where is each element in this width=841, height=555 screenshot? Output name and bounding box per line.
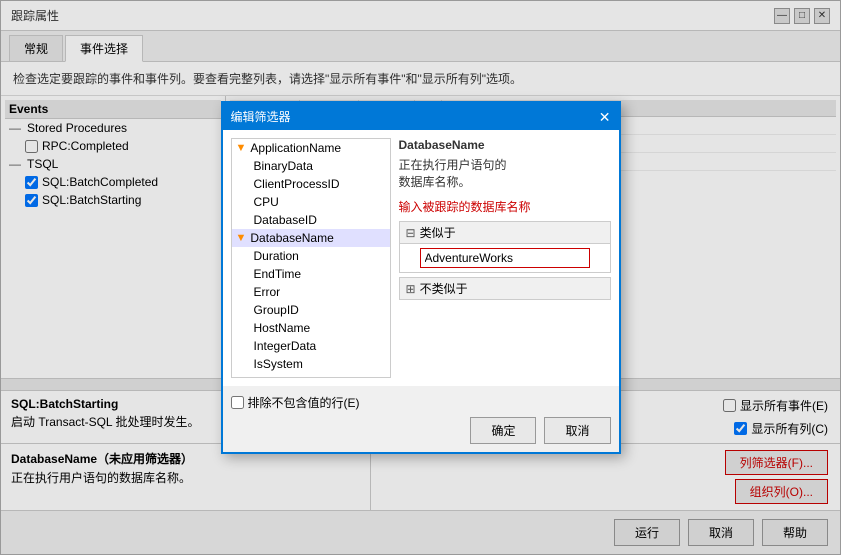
dialog-ok-button[interactable]: 确定 [470,417,536,444]
dialog-titlebar: 编辑筛选器 ✕ [223,103,619,130]
filter-item-error[interactable]: Error [232,283,390,301]
filter-endtime-label: EndTime [254,267,302,281]
like-section: ⊟ 类似于 [399,221,611,273]
filter-cpu-label: CPU [254,195,279,209]
dialog-buttons: 确定 取消 [231,417,611,444]
filter-item-issystem[interactable]: IsSystem [232,355,390,373]
like-label: 类似于 [420,224,456,241]
dialog-footer: 排除不包含值的行(E) 确定 取消 [223,386,619,452]
filter-item-dbname[interactable]: ▼ DatabaseName [232,229,390,247]
filter-appname-label: ApplicationName [250,141,341,155]
filter-item-endtime[interactable]: EndTime [232,265,390,283]
filter-dbname-label: DatabaseName [250,231,333,245]
filter-item-clientpid[interactable]: ClientProcessID [232,175,390,193]
dialog-cancel-button[interactable]: 取消 [544,417,610,444]
filter-groupid-label: GroupID [254,303,299,317]
filter-appname-icon: ▼ [236,142,247,154]
dialog-overlay: 编辑筛选器 ✕ ▼ ApplicationName BinaryData [1,1,840,554]
plus-icon: ⊟ [406,226,416,240]
filter-duration-label: Duration [254,249,299,263]
not-like-label: 不类似于 [420,280,468,297]
dialog-close-button[interactable]: ✕ [599,110,611,124]
filter-item-cpu[interactable]: CPU [232,193,390,211]
filter-list: ▼ ApplicationName BinaryData ClientProce… [231,138,391,378]
db-name-label: DatabaseName [399,138,611,152]
filter-dbid-label: DatabaseID [254,213,317,227]
dialog-title: 编辑筛选器 [231,108,291,125]
exclude-row: 排除不包含值的行(E) [231,394,611,411]
like-section-header: ⊟ 类似于 [400,222,610,244]
dialog-right: DatabaseName 正在执行用户语句的数据库名称。 输入被跟踪的数据库名称… [399,138,611,378]
exclude-checkbox[interactable] [231,396,244,409]
filter-item-intdata[interactable]: IntegerData [232,337,390,355]
filter-issystem-label: IsSystem [254,357,303,371]
filter-binarydata-label: BinaryData [254,159,313,173]
red-label-text: 输入被跟踪的数据库名称 [399,198,611,215]
plus-not-icon: ⊞ [406,282,416,296]
not-like-header: ⊞ 不类似于 [400,278,610,299]
filter-dbname-icon: ▼ [236,232,247,244]
edit-filter-dialog: 编辑筛选器 ✕ ▼ ApplicationName BinaryData [221,101,621,454]
filter-error-label: Error [254,285,281,299]
main-window: 跟踪属性 — □ ✕ 常规 事件选择 检查选定要跟踪的事件和事件列。要查看完整列… [0,0,841,555]
exclude-label: 排除不包含值的行(E) [248,394,360,411]
like-input-area [400,244,610,272]
like-input[interactable] [420,248,590,268]
filter-item-appname[interactable]: ▼ ApplicationName [232,139,390,157]
filter-item-hostname[interactable]: HostName [232,319,390,337]
filter-item-dbid[interactable]: DatabaseID [232,211,390,229]
not-like-section: ⊞ 不类似于 [399,277,611,300]
db-desc-text: 正在执行用户语句的数据库名称。 [399,156,611,190]
filter-item-duration[interactable]: Duration [232,247,390,265]
filter-item-groupid[interactable]: GroupID [232,301,390,319]
filter-hostname-label: HostName [254,321,311,335]
filter-item-binarydata[interactable]: BinaryData [232,157,390,175]
filter-intdata-label: IntegerData [254,339,317,353]
dialog-body: ▼ ApplicationName BinaryData ClientProce… [223,130,619,386]
filter-clientpid-label: ClientProcessID [254,177,340,191]
